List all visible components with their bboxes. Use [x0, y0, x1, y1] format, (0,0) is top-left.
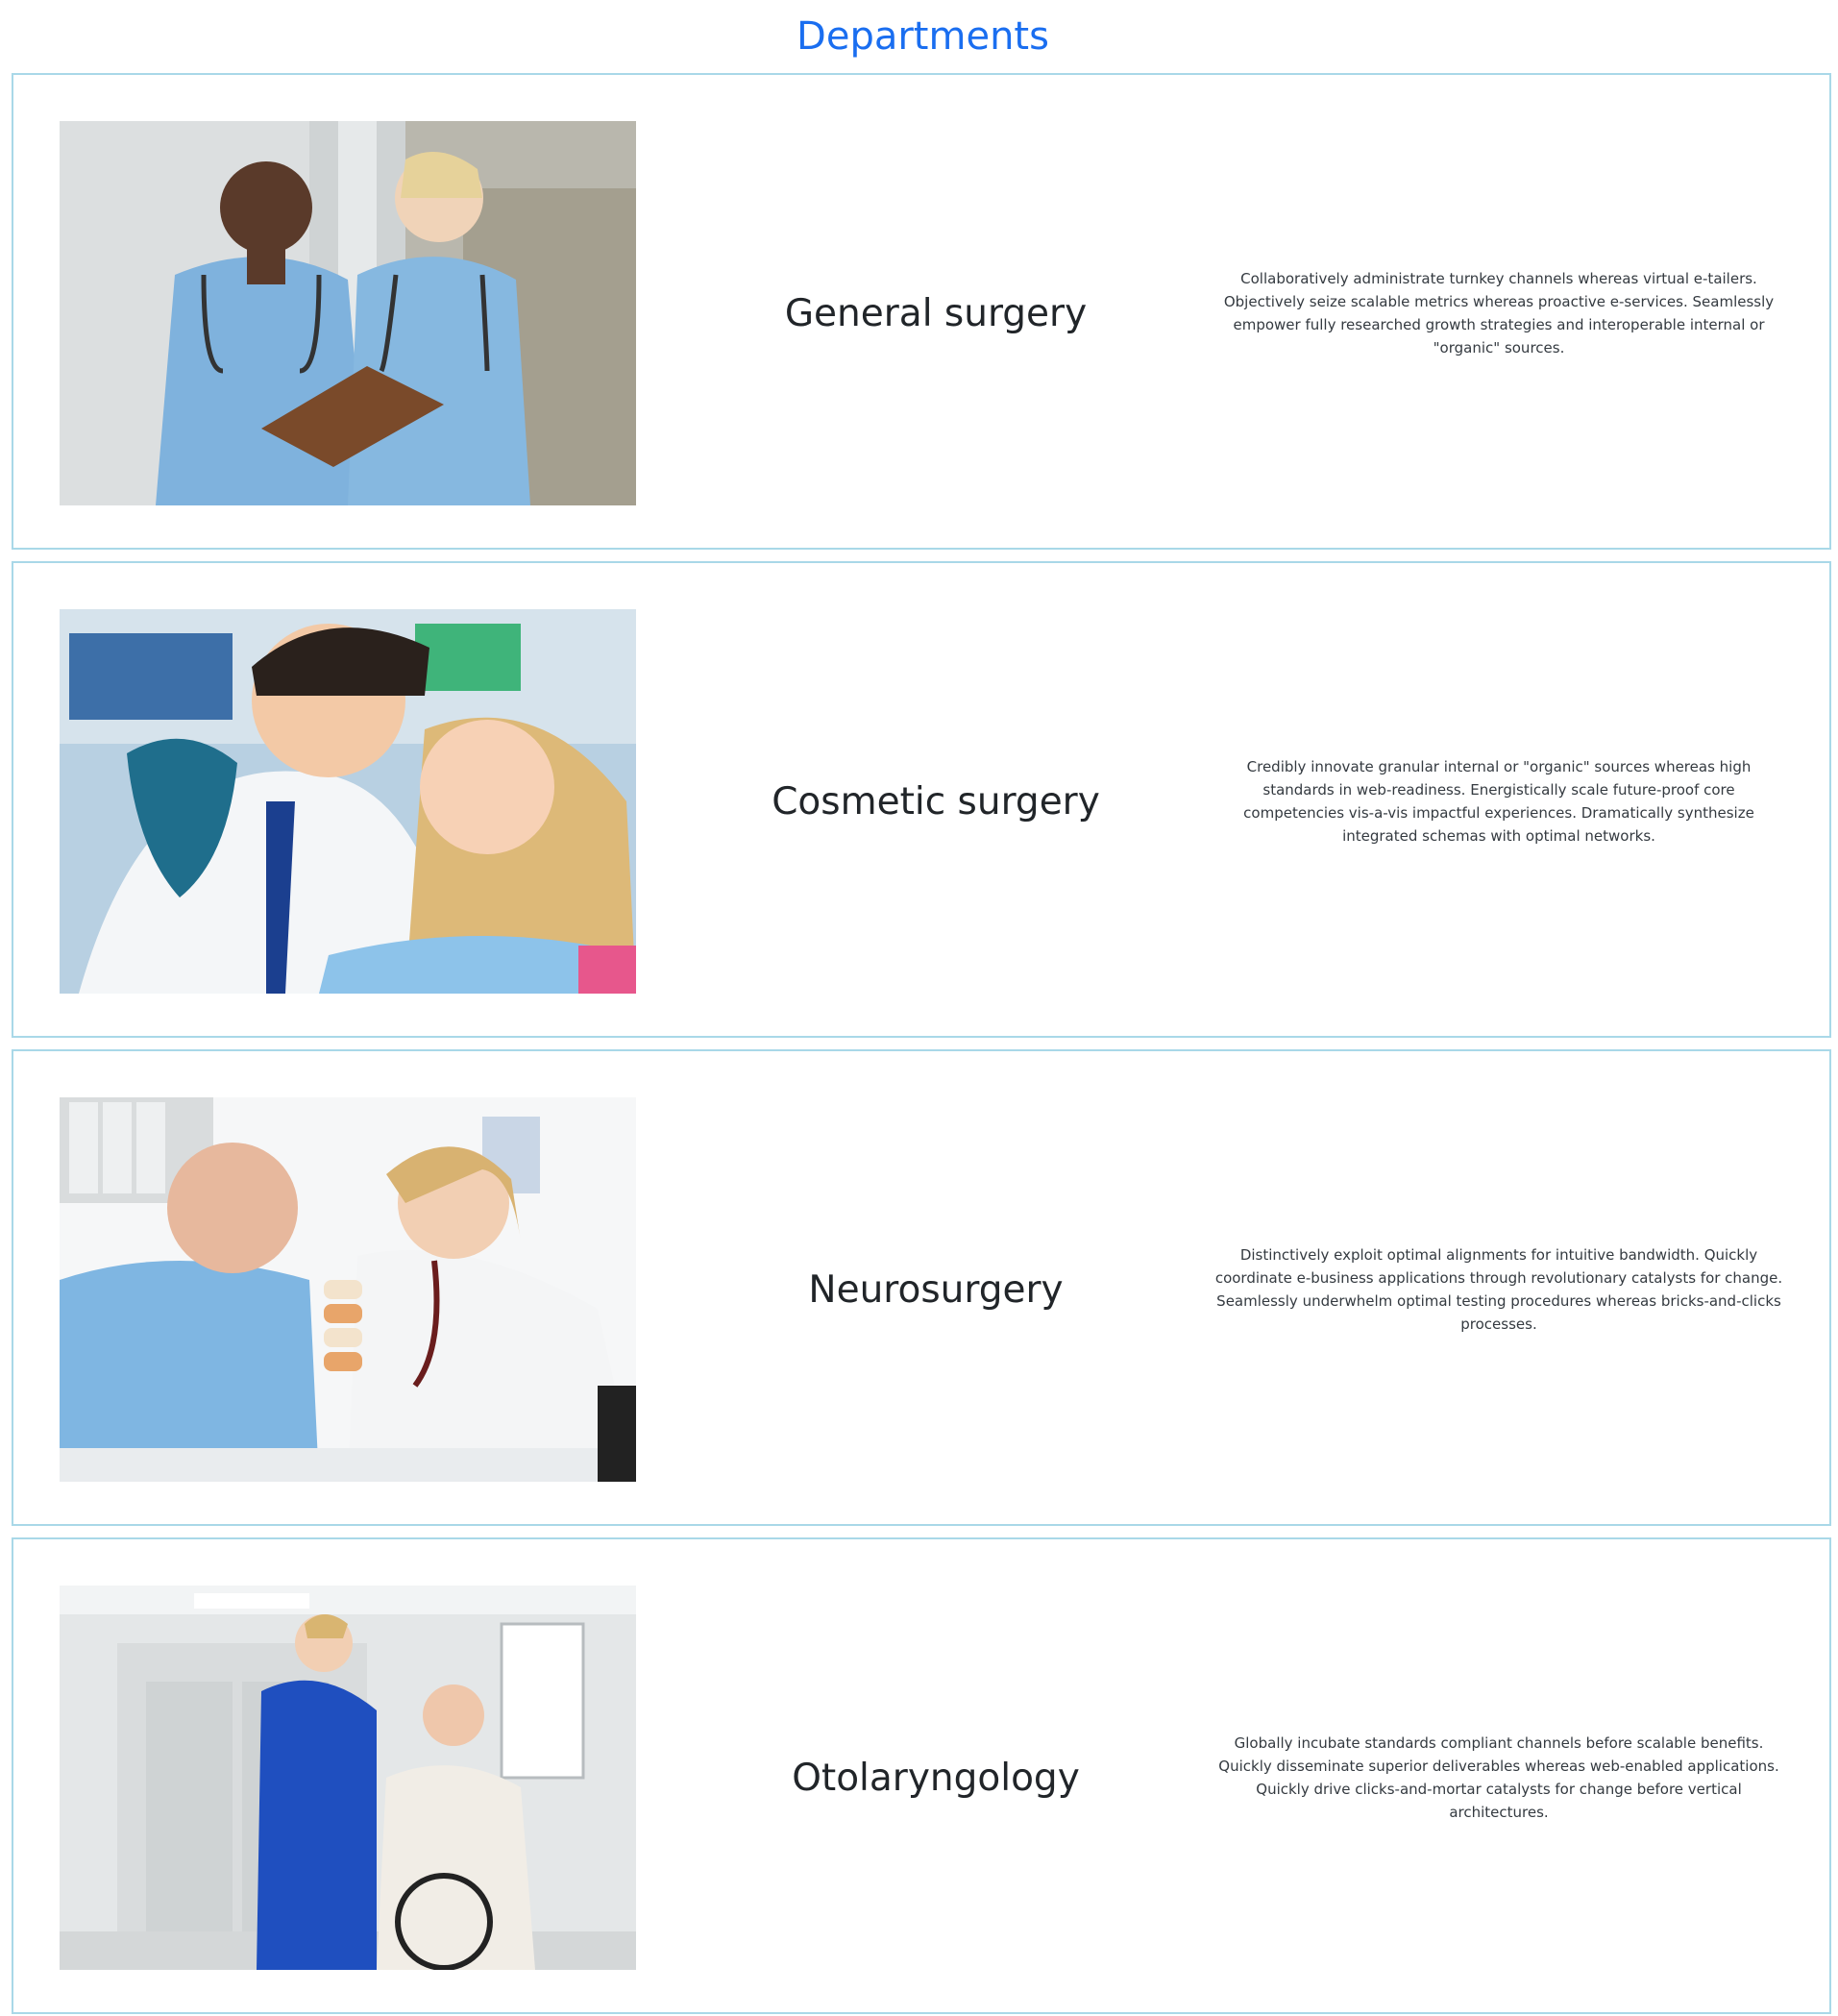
- nurse-with-wheelchair-patient-photo: [60, 1586, 636, 1970]
- department-description: Globally incubate standards compliant ch…: [1218, 1734, 1779, 1821]
- department-photo: [60, 609, 636, 994]
- department-name: Cosmetic surgery: [772, 779, 1100, 824]
- page-title: Departments: [796, 14, 1049, 59]
- department-name: Neurosurgery: [808, 1267, 1064, 1312]
- department-photo: [60, 121, 636, 505]
- department-card-neurosurgery: Neurosurgery Distinctively exploit optim…: [12, 1049, 1831, 1526]
- two-nurses-with-clipboard-photo: [60, 121, 636, 505]
- department-photo: [60, 1097, 636, 1482]
- department-photo: [60, 1586, 636, 1970]
- department-description: Credibly innovate granular internal or "…: [1243, 758, 1754, 845]
- department-card-general-surgery: General surgery Collaboratively administ…: [12, 73, 1831, 550]
- department-description: Collaboratively administrate turnkey cha…: [1223, 270, 1775, 356]
- department-card-otolaryngology: Otolaryngology Globally incubate standar…: [12, 1537, 1831, 2014]
- doctor-with-elderly-patient-photo: [60, 1097, 636, 1482]
- department-name: General surgery: [784, 291, 1088, 335]
- department-description: Distinctively exploit optimal alignments…: [1214, 1246, 1783, 1333]
- department-name: Otolaryngology: [792, 1756, 1080, 1800]
- department-card-cosmetic-surgery: Cosmetic surgery Credibly innovate granu…: [12, 561, 1831, 1038]
- dentist-with-patient-photo: [60, 609, 636, 994]
